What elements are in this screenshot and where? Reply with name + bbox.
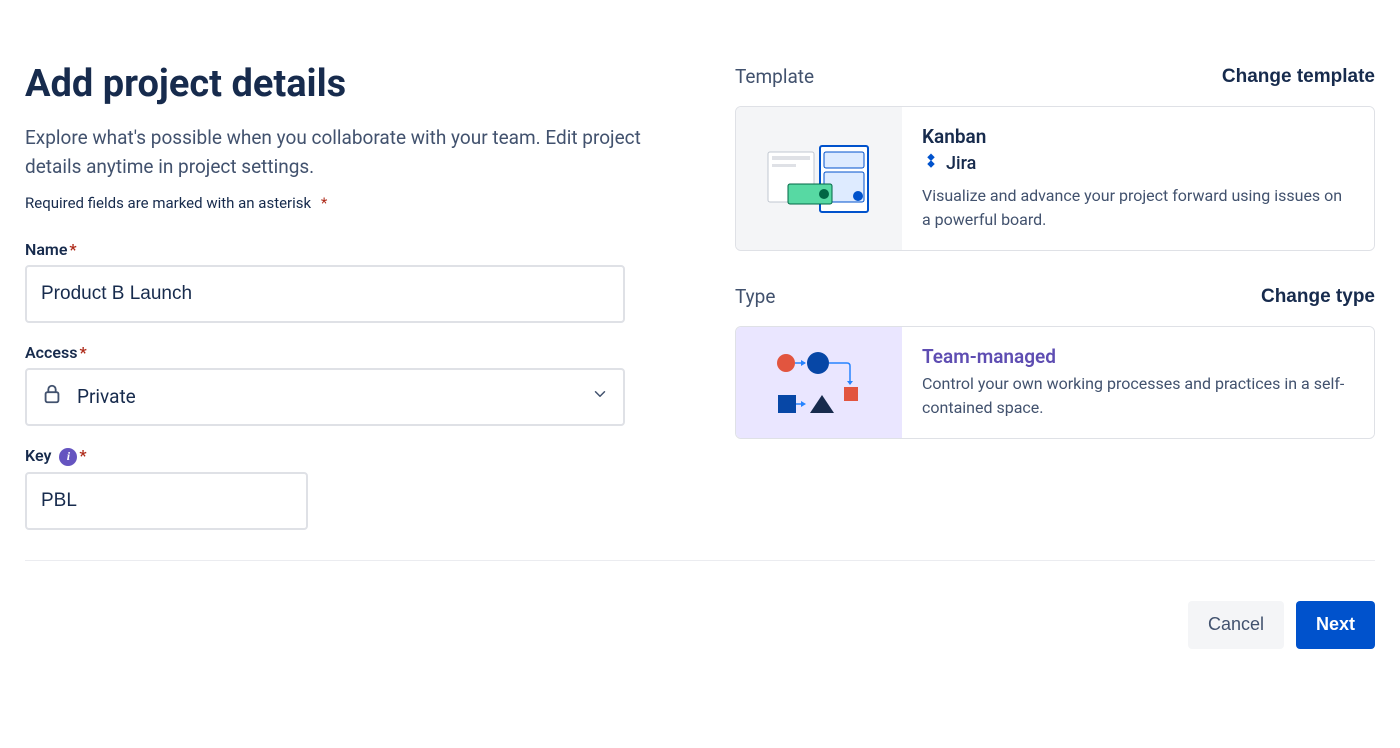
key-label: Key i* xyxy=(25,446,685,466)
change-template-button[interactable]: Change template xyxy=(1222,66,1375,88)
access-label: Access* xyxy=(25,343,685,362)
asterisk-icon: * xyxy=(321,194,327,212)
type-section-label: Type xyxy=(735,285,775,308)
template-card-title: Kanban xyxy=(922,125,1354,148)
key-input[interactable] xyxy=(25,472,308,530)
template-card[interactable]: Kanban Jira Visualize and advance your p… xyxy=(735,106,1375,251)
type-card-title: Team-managed xyxy=(922,345,1354,368)
page-subtitle: Explore what's possible when you collabo… xyxy=(25,123,685,182)
type-card-description: Control your own working processes and p… xyxy=(922,372,1354,420)
kanban-illustration xyxy=(736,107,902,250)
template-card-description: Visualize and advance your project forwa… xyxy=(922,184,1354,232)
access-selected-value: Private xyxy=(77,385,136,408)
required-fields-note: Required fields are marked with an aster… xyxy=(25,194,685,212)
cancel-button[interactable]: Cancel xyxy=(1188,601,1284,649)
team-managed-illustration xyxy=(736,327,902,438)
footer-actions: Cancel Next xyxy=(25,560,1375,649)
template-section-label: Template xyxy=(735,65,814,88)
name-label: Name* xyxy=(25,240,685,259)
lock-icon xyxy=(41,383,63,410)
type-card[interactable]: Team-managed Control your own working pr… xyxy=(735,326,1375,439)
next-button[interactable]: Next xyxy=(1296,601,1375,649)
name-input[interactable] xyxy=(25,265,625,323)
jira-logo-icon xyxy=(922,152,940,174)
chevron-down-icon xyxy=(591,385,609,408)
info-icon[interactable]: i xyxy=(59,448,77,466)
change-type-button[interactable]: Change type xyxy=(1261,286,1375,308)
template-card-product: Jira xyxy=(946,153,976,174)
access-select[interactable]: Private xyxy=(25,368,625,426)
page-title: Add project details xyxy=(25,65,685,105)
